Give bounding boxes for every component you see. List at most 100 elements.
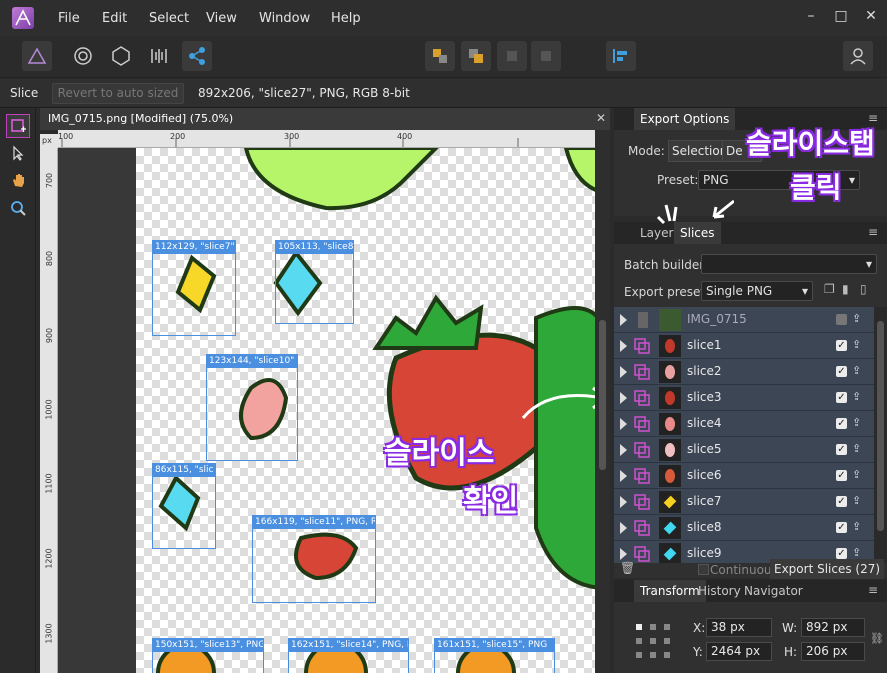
scroll-thumb[interactable]	[877, 321, 884, 531]
close-window-button[interactable]: ✕	[864, 9, 878, 23]
list-item[interactable]: slice2 ✓ ⇪	[614, 359, 874, 385]
menu-view[interactable]: View	[206, 11, 237, 26]
hand-tool-icon[interactable]	[6, 168, 30, 192]
copy-preset-icon[interactable]: ❐	[824, 282, 835, 296]
export-single-icon[interactable]: ⇪	[852, 390, 862, 404]
mode-selection-button[interactable]: Selection	[668, 140, 727, 162]
arrange-forward-icon[interactable]	[461, 41, 491, 71]
export-single-icon[interactable]: ⇪	[852, 312, 862, 326]
menu-help[interactable]: Help	[331, 11, 361, 26]
export-checkbox[interactable]	[836, 314, 847, 325]
revert-auto-size-button[interactable]: Revert to auto sized	[52, 83, 184, 104]
list-item[interactable]: IMG_0715 ⇪	[614, 307, 874, 333]
account-icon[interactable]	[843, 41, 873, 71]
export-slices-button[interactable]: Export Slices (27)	[770, 559, 884, 579]
scroll-thumb[interactable]	[599, 320, 606, 470]
document-tab[interactable]: IMG_0715.png [Modified] (75.0%) ✕	[40, 108, 610, 130]
slice-outline[interactable]: 162x151, "slice14", PNG, F	[288, 638, 409, 673]
expand-icon[interactable]	[620, 366, 627, 378]
list-item[interactable]: slice6 ✓ ⇪	[614, 463, 874, 489]
expand-icon[interactable]	[620, 444, 627, 456]
canvas-scrollbar[interactable]	[595, 130, 610, 673]
tab-navigator[interactable]: Navigator	[738, 580, 809, 602]
export-single-icon[interactable]: ⇪	[852, 416, 862, 430]
slices-scrollbar[interactable]	[874, 307, 887, 563]
export-checkbox[interactable]: ✓	[836, 470, 847, 481]
export-single-icon[interactable]: ⇪	[852, 494, 862, 508]
arrange-front-icon[interactable]	[497, 41, 527, 71]
export-checkbox[interactable]: ✓	[836, 366, 847, 377]
photo-persona-icon[interactable]	[22, 41, 52, 71]
expand-icon[interactable]	[620, 548, 627, 560]
zoom-tool-icon[interactable]	[6, 196, 30, 220]
lock-ratio-icon[interactable]: ⛓	[870, 632, 884, 645]
slice-outline[interactable]: 161x151, "slice15", PNG	[434, 638, 555, 673]
expand-icon[interactable]	[620, 392, 627, 404]
maximize-button[interactable]: □	[834, 9, 848, 23]
export-preset-dropdown[interactable]: Single PNG ▾	[701, 281, 813, 301]
slice-outline[interactable]: 166x119, "slice11", PNG, R	[252, 515, 376, 603]
close-document-icon[interactable]: ✕	[596, 111, 606, 125]
expand-icon[interactable]	[620, 314, 627, 326]
export-checkbox[interactable]: ✓	[836, 418, 847, 429]
paste-preset-icon[interactable]: ▮	[842, 282, 849, 296]
export-single-icon[interactable]: ⇪	[852, 338, 862, 352]
arrange-top-icon[interactable]	[531, 41, 561, 71]
delete-preset-icon[interactable]: ▯	[860, 282, 867, 296]
slice-outline[interactable]: 86x115, "slic	[152, 463, 216, 549]
x-field[interactable]: 38 px	[706, 618, 772, 637]
expand-icon[interactable]	[620, 340, 627, 352]
minimize-button[interactable]: –	[804, 9, 818, 23]
expand-icon[interactable]	[620, 418, 627, 430]
w-field[interactable]: 892 px	[801, 618, 865, 637]
export-single-icon[interactable]: ⇪	[852, 442, 862, 456]
document-title: IMG_0715.png [Modified] (75.0%)	[48, 112, 234, 125]
y-field[interactable]: 2464 px	[706, 642, 772, 661]
export-single-icon[interactable]: ⇪	[852, 364, 862, 378]
list-item[interactable]: slice7 ✓ ⇪	[614, 489, 874, 515]
align-icon[interactable]	[606, 41, 636, 71]
menu-window[interactable]: Window	[259, 11, 310, 26]
anchor-point-icon[interactable]	[636, 624, 670, 658]
slice-outline[interactable]: 123x144, "slice10"	[206, 354, 298, 461]
list-item[interactable]: slice5 ✓ ⇪	[614, 437, 874, 463]
slice-selection-tool-icon[interactable]	[6, 141, 30, 165]
export-single-icon[interactable]: ⇪	[852, 468, 862, 482]
develop-persona-icon[interactable]	[106, 41, 136, 71]
menu-file[interactable]: File	[58, 11, 80, 26]
list-item[interactable]: slice4 ✓ ⇪	[614, 411, 874, 437]
menu-select[interactable]: Select	[149, 11, 189, 26]
export-checkbox[interactable]: ✓	[836, 496, 847, 507]
list-item[interactable]: slice3 ✓ ⇪	[614, 385, 874, 411]
slice-tool-icon[interactable]	[6, 114, 30, 138]
export-checkbox[interactable]: ✓	[836, 444, 847, 455]
panel-menu-icon[interactable]: ≡	[868, 583, 878, 597]
list-item[interactable]: slice1 ✓ ⇪	[614, 333, 874, 359]
continuous-checkbox[interactable]	[698, 564, 709, 575]
batch-builder-dropdown[interactable]: ▾	[701, 254, 877, 274]
export-single-icon[interactable]: ⇪	[852, 520, 862, 534]
export-checkbox[interactable]: ✓	[836, 392, 847, 403]
export-checkbox[interactable]: ✓	[836, 548, 847, 559]
app-logo-icon[interactable]	[12, 7, 34, 29]
liquify-persona-icon[interactable]	[68, 41, 98, 71]
export-persona-icon[interactable]	[182, 41, 212, 71]
slice-outline[interactable]: 150x151, "slice13", PNG	[152, 638, 264, 673]
slice-outline[interactable]: 112x129, "slice7"	[152, 240, 236, 336]
arrange-back-icon[interactable]	[425, 41, 455, 71]
expand-icon[interactable]	[620, 522, 627, 534]
menu-edit[interactable]: Edit	[102, 11, 127, 26]
canvas[interactable]: 112x129, "slice7" 105x113, "slice8" 123x…	[58, 148, 595, 673]
tab-export-options[interactable]: Export Options	[634, 108, 736, 130]
slice-outline[interactable]: 105x113, "slice8"	[275, 240, 354, 324]
tone-mapping-persona-icon[interactable]	[144, 41, 174, 71]
list-item[interactable]: slice8 ✓ ⇪	[614, 515, 874, 541]
panel-menu-icon[interactable]: ≡	[868, 225, 878, 239]
export-checkbox[interactable]: ✓	[836, 340, 847, 351]
export-checkbox[interactable]: ✓	[836, 522, 847, 533]
expand-icon[interactable]	[620, 496, 627, 508]
h-field[interactable]: 206 px	[801, 642, 865, 661]
export-single-icon[interactable]: ⇪	[852, 546, 862, 560]
delete-slice-icon[interactable]: 🗑	[620, 561, 635, 575]
expand-icon[interactable]	[620, 470, 627, 482]
